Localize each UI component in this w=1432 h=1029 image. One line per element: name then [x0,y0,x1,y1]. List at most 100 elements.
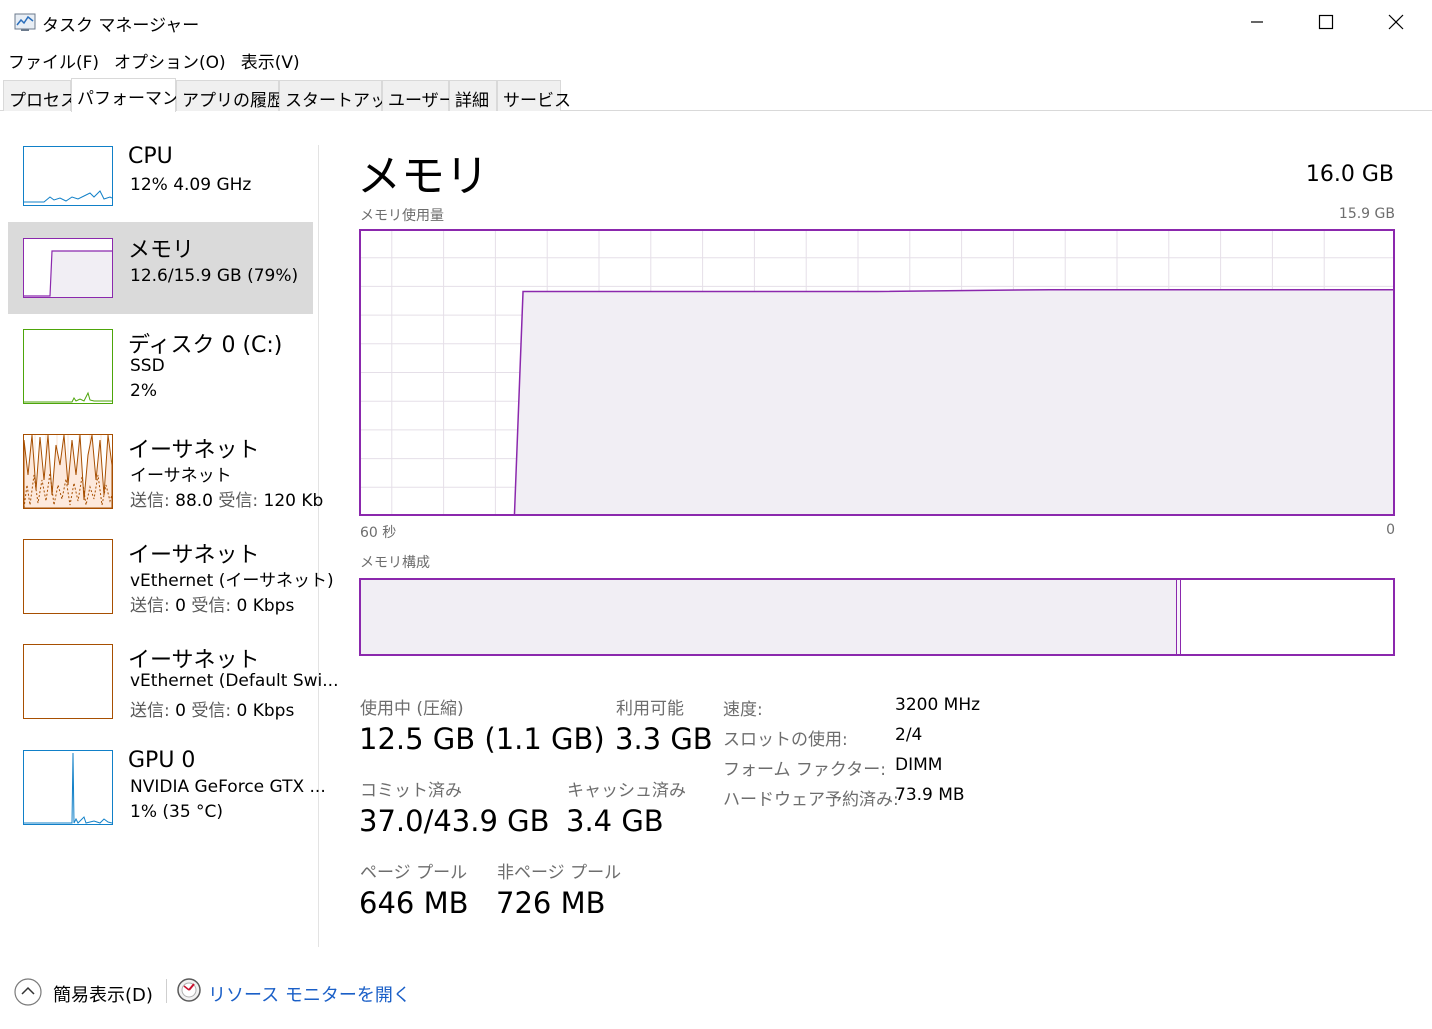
sidebar-item-ethernet-1[interactable]: イーサネット イーサネット 送信: 88.0 受信: 120 Kb [8,432,323,524]
hardware-reserved-label: ハードウェア予約済み: [723,790,899,810]
sidebar-disk-usage: 2% [130,381,157,401]
menu-view[interactable]: 表示(V) [233,46,307,74]
sidebar-ethernet-3-adapter: vEthernet (Default Swi... [130,671,339,691]
sidebar-ethernet-3-title: イーサネット [128,648,260,673]
tab-processes[interactable]: プロセス [3,80,77,111]
speed-label: 速度: [723,700,763,720]
disk-thumbnail-graph [23,329,113,404]
sidebar-ethernet-3-throughput: 送信: 0 受信: 0 Kbps [130,696,294,721]
sidebar-gpu-name: NVIDIA GeForce GTX ... [130,777,326,797]
ethernet-2-thumbnail-graph [23,539,113,614]
memory-composition-bar [359,578,1395,656]
memory-usage-label: メモリ使用量 [360,208,444,224]
close-icon [1388,14,1404,30]
send-label: 送信: [130,701,170,721]
send-value: 0 [175,701,186,721]
nonpaged-pool-label: 非ページ プール [497,863,622,883]
sidebar-item-disk[interactable]: ディスク 0 (C:) SSD 2% [8,327,313,419]
committed-value: 37.0/43.9 GB [359,804,550,838]
sidebar-ethernet-2-adapter: vEthernet (イーサネット) [130,571,334,591]
sidebar-gpu-usage: 1% (35 °C) [130,802,224,822]
sidebar-ethernet-2-throughput: 送信: 0 受信: 0 Kbps [130,591,294,616]
cached-value: 3.4 GB [566,804,664,838]
memory-usage-graph [359,229,1395,516]
paged-pool-label: ページ プール [360,863,468,883]
task-manager-app-icon [14,13,36,31]
gpu-thumbnail-graph [23,750,113,825]
memory-total: 16.0 GB [1305,162,1394,187]
window-title: タスク マネージャー [42,16,200,36]
receive-value: 0 Kbps [236,596,295,616]
sidebar-disk-title: ディスク 0 (C:) [128,333,283,358]
tab-performance[interactable]: パフォーマンス [71,78,196,112]
tab-bar: プロセス パフォーマンス アプリの履歴 スタートアップ ユーザー 詳細 サービス [0,78,1432,112]
close-button[interactable] [1361,0,1431,44]
sidebar-gpu-title: GPU 0 [128,748,196,773]
footer-divider [166,979,167,1003]
receive-label: 受信: [191,596,232,616]
composition-in-use-segment [361,580,1176,654]
memory-thumbnail-graph [23,238,113,298]
send-value: 88.0 [175,491,213,511]
send-label: 送信: [130,491,170,511]
sidebar-ethernet-1-throughput: 送信: 88.0 受信: 120 Kb [130,486,323,511]
composition-modified-segment [1176,580,1181,654]
memory-usage-max: 15.9 GB [1338,206,1395,222]
fewer-details-link[interactable]: 簡易表示(D) [53,981,153,1007]
memory-composition-label: メモリ構成 [360,555,430,571]
sidebar-item-memory[interactable]: メモリ 12.6/15.9 GB (79%) [8,222,313,314]
sidebar-item-ethernet-3[interactable]: イーサネット vEthernet (Default Swi... 送信: 0 受… [8,642,338,734]
slots-used-label: スロットの使用: [723,730,848,750]
receive-label: 受信: [191,701,232,721]
nonpaged-pool-value: 726 MB [496,886,606,920]
send-value: 0 [175,596,186,616]
sidebar-divider [318,145,319,947]
open-resource-monitor-link[interactable]: リソース モニターを開く [208,981,411,1007]
in-use-value: 12.5 GB (1.1 GB) [359,722,605,756]
tab-startup[interactable]: スタートアップ [279,80,404,111]
sidebar-ethernet-1-adapter: イーサネット [130,466,232,486]
menu-bar: ファイル(F) オプション(O) 表示(V) [0,46,307,74]
receive-label: 受信: [218,491,259,511]
cached-label: キャッシュ済み [567,781,686,801]
menu-file[interactable]: ファイル(F) [0,46,106,74]
speed-value: 3200 MHz [895,695,981,715]
page-title: メモリ [357,151,489,202]
slots-used-value: 2/4 [895,725,923,745]
available-label: 利用可能 [616,699,684,719]
menu-options[interactable]: オプション(O) [106,46,233,74]
maximize-button[interactable] [1291,0,1361,44]
sidebar-memory-title: メモリ [128,238,195,263]
send-label: 送信: [130,596,170,616]
hardware-reserved-value: 73.9 MB [895,785,965,805]
receive-value: 120 Kb [263,491,324,511]
ethernet-1-thumbnail-graph [23,434,113,509]
title-bar: タスク マネージャー [0,0,1432,44]
tab-details[interactable]: 詳細 [449,80,497,111]
maximize-icon [1318,14,1334,30]
committed-label: コミット済み [360,781,462,801]
sidebar-cpu-title: CPU [128,144,173,169]
tab-services[interactable]: サービス [497,80,571,111]
minimize-icon [1251,21,1263,23]
minimize-button[interactable] [1222,0,1292,44]
cpu-thumbnail-graph [23,146,113,206]
form-factor-value: DIMM [895,755,943,775]
sidebar-ethernet-2-title: イーサネット [128,543,260,568]
tab-app-history[interactable]: アプリの履歴 [176,80,284,111]
paged-pool-value: 646 MB [359,886,469,920]
in-use-label: 使用中 (圧縮) [360,699,464,719]
sidebar-memory-usage: 12.6/15.9 GB (79%) [130,266,299,286]
sidebar-item-gpu[interactable]: GPU 0 NVIDIA GeForce GTX ... 1% (35 °C) [8,748,326,840]
form-factor-label: フォーム ファクター: [723,760,886,780]
available-value: 3.3 GB [615,722,713,756]
sidebar-item-ethernet-2[interactable]: イーサネット vEthernet (イーサネット) 送信: 0 受信: 0 Kb… [8,537,334,629]
graph-time-start: 60 秒 [360,525,397,541]
receive-value: 0 Kbps [236,701,295,721]
sidebar-cpu-usage: 12% 4.09 GHz [130,175,252,195]
sidebar-ethernet-1-title: イーサネット [128,438,260,463]
tab-users[interactable]: ユーザー [382,80,456,111]
fewer-details-button[interactable] [13,977,43,1007]
resource-monitor-icon [176,977,202,1003]
graph-time-end: 0 [1386,522,1395,538]
